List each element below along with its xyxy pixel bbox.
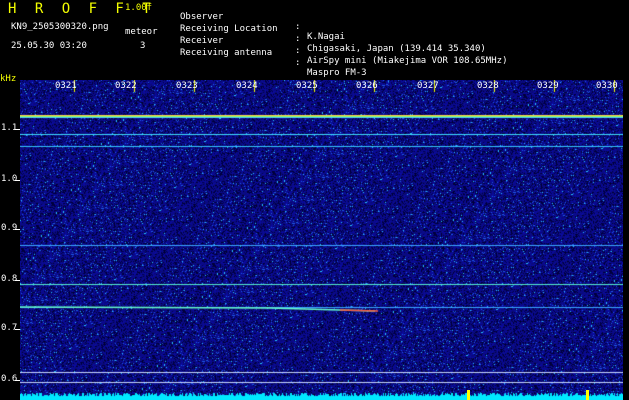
freq-label: 1.1 (1, 123, 18, 133)
freq-tick (15, 329, 20, 330)
spectrogram (20, 80, 623, 400)
frequency-axis: 1.1 1.0 0.9 0.8 0.7 0.6 (0, 80, 20, 400)
info-value: K.Nagai (307, 32, 345, 42)
freq-tick (15, 229, 20, 230)
freq-tick (15, 280, 20, 281)
info-sep: : (295, 34, 301, 44)
freq-label: 0.7 (1, 323, 18, 333)
header-panel: H R O F F T 1.00f KN9_2505300320.png met… (0, 0, 629, 80)
info-key: Receiving antenna (180, 48, 273, 58)
info-value: Chigasaki, Japan (139.414 35.340) (307, 44, 486, 54)
freq-tick (15, 180, 20, 181)
info-value: AirSpy mini (Miakejima VOR 108.65MHz) (307, 56, 508, 66)
freq-label: 0.8 (1, 274, 18, 284)
freq-label: 1.0 (1, 174, 18, 184)
meteor-marker (586, 390, 589, 400)
freq-tick (15, 380, 20, 381)
timestamp: 25.05.30 03:20 (11, 41, 87, 51)
freq-tick (15, 129, 20, 130)
file-name: KN9_2505300320.png (11, 22, 109, 32)
info-value: Maspro FM-3 (307, 68, 367, 78)
meteor-count: 3 (140, 41, 146, 51)
info-sep: : (295, 22, 301, 32)
freq-label: 0.9 (1, 223, 18, 233)
meteor-marker (467, 390, 470, 400)
info-sep: : (295, 58, 301, 68)
app-version: 1.00f (125, 3, 153, 13)
spectrogram-canvas (20, 80, 623, 400)
freq-label: 0.6 (1, 374, 18, 384)
meteor-label: meteor (125, 27, 158, 37)
info-sep: : (295, 46, 301, 56)
